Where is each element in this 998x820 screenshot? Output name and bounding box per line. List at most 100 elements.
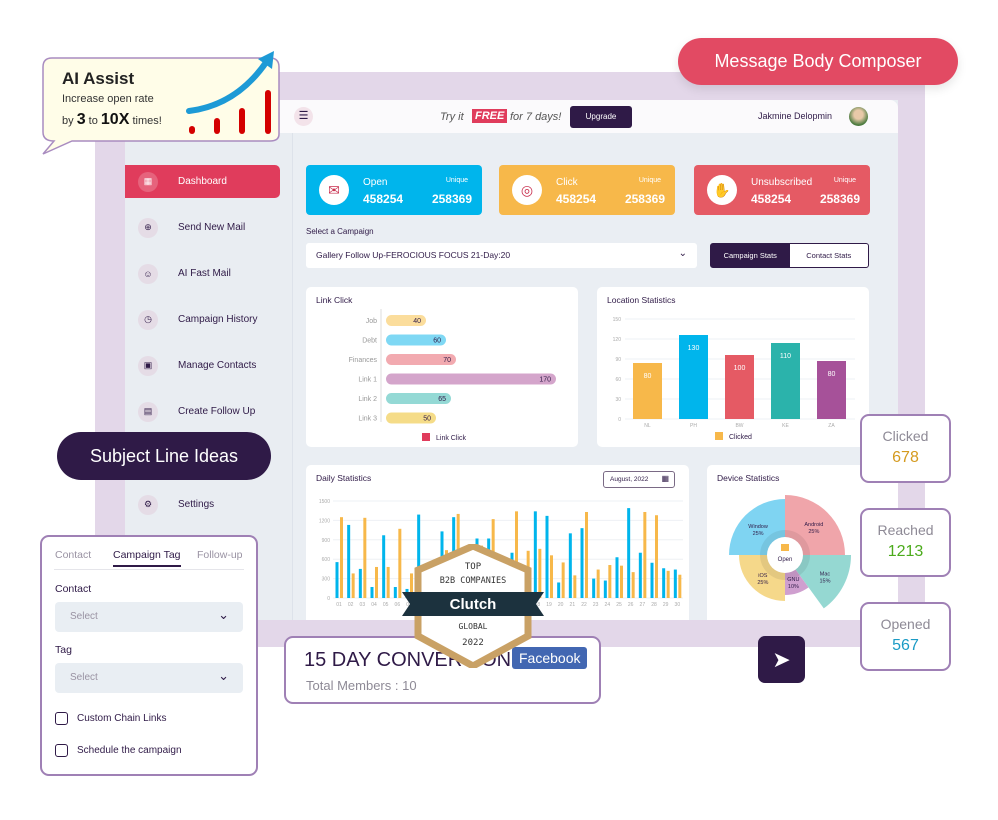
tick-label: Link 3 xyxy=(358,416,377,423)
tick-label: 25 xyxy=(616,602,622,608)
metric-card-reached: Reached 1213 xyxy=(860,508,951,577)
bar xyxy=(620,565,623,598)
growth-chart-icon xyxy=(186,51,274,134)
tab-contact-stats[interactable]: Contact Stats xyxy=(790,244,869,267)
tick-label: 23 xyxy=(593,602,599,608)
checkbox[interactable] xyxy=(55,744,68,757)
stat-unique-value: 258369 xyxy=(431,192,472,206)
send-button[interactable]: ➤ xyxy=(758,636,805,683)
tab-follow-up[interactable]: Follow-up xyxy=(197,549,243,561)
card-title: Daily Statistics xyxy=(316,473,372,483)
metric-label: Clicked xyxy=(882,428,929,444)
chevron-down-icon: ⌄ xyxy=(218,668,229,683)
tab-campaign-stats[interactable]: Campaign Stats xyxy=(711,244,790,267)
legend-label: Clicked xyxy=(729,434,752,441)
tick-label: 20 xyxy=(558,602,564,608)
clutch-global: GLOBAL xyxy=(458,622,488,631)
sidebar-item-ai-fast-mail[interactable]: ☺ AI Fast Mail xyxy=(125,257,280,290)
sidebar-item-send-new-mail[interactable]: ⊕ Send New Mail xyxy=(125,211,280,244)
tick-label: 01 xyxy=(336,602,342,608)
checkbox-label: Custom Chain Links xyxy=(77,713,167,724)
legend-swatch xyxy=(422,433,430,441)
tab-campaign-tag[interactable]: Campaign Tag xyxy=(113,549,181,567)
bar xyxy=(638,552,642,598)
tick-label: 30 xyxy=(675,602,681,608)
legend-swatch xyxy=(715,432,723,440)
sidebar-item-label: Send New Mail xyxy=(178,222,246,233)
tab-contact[interactable]: Contact xyxy=(55,549,91,561)
stat-name: Unsubscribed xyxy=(751,177,813,188)
slice-percent: 25% xyxy=(753,531,764,537)
sidebar-item-manage-contacts[interactable]: ▣ Manage Contacts xyxy=(125,349,280,382)
metric-value: 567 xyxy=(892,637,919,654)
mail-plus-icon: ⊕ xyxy=(138,217,158,238)
tick-label: 600 xyxy=(322,557,331,563)
clock-icon: ◷ xyxy=(138,309,158,330)
bar xyxy=(363,517,367,598)
stat-unique-label: Unique xyxy=(445,177,468,184)
contact-label: Contact xyxy=(55,583,92,595)
menu-icon[interactable]: ☰ xyxy=(294,107,313,126)
tick-label: 30 xyxy=(615,397,621,403)
metric-label: Opened xyxy=(880,616,931,632)
bar xyxy=(662,568,666,598)
tick-label: 26 xyxy=(628,602,634,608)
dashboard-icon: ▦ xyxy=(138,171,158,192)
custom-chain-links-checkbox[interactable]: Custom Chain Links xyxy=(55,712,166,725)
tick-label: PH xyxy=(690,423,697,429)
stat-unique-value: 258369 xyxy=(819,192,860,206)
stat-value: 458254 xyxy=(556,192,597,206)
tick-label: 1500 xyxy=(319,499,330,505)
checkbox[interactable] xyxy=(55,712,68,725)
ai-assist-bubble: AI Assist Increase open rate by 3 to 10X… xyxy=(42,51,280,155)
tick-label: 21 xyxy=(570,602,576,608)
sidebar-item-settings[interactable]: ⚙ Settings xyxy=(125,488,280,521)
tick-label: 29 xyxy=(663,602,669,608)
month-picker[interactable]: August, 2022 ▦ xyxy=(603,471,675,488)
bar xyxy=(358,568,362,598)
bar xyxy=(603,580,607,598)
tag-label: Tag xyxy=(55,644,72,656)
user-name: Jakmine Delopmin xyxy=(758,111,833,121)
clutch-badge: TOP B2B COMPANIES Clutch GLOBAL 2022 xyxy=(398,542,548,670)
upgrade-button[interactable]: Upgrade xyxy=(570,106,632,128)
sidebar-item-dashboard[interactable]: ▦ Dashboard xyxy=(125,165,280,198)
bar xyxy=(631,572,635,598)
campaign-select[interactable]: Gallery Follow Up-FEROCIOUS FOCUS 21-Day… xyxy=(306,243,697,268)
bar xyxy=(557,582,561,598)
pie-center xyxy=(767,537,803,573)
bar xyxy=(627,508,631,598)
file-icon: ▤ xyxy=(138,401,158,422)
ai-head-icon: ☺ xyxy=(138,263,158,284)
sidebar-item-label: Create Follow Up xyxy=(178,406,256,417)
user-avatar[interactable] xyxy=(849,107,868,126)
tag-select-placeholder: Select xyxy=(70,672,98,683)
legend-label: Link Click xyxy=(436,435,466,442)
data-label: 40 xyxy=(413,318,421,325)
tick-label: 0 xyxy=(327,596,330,602)
sidebar-item-create-follow-up[interactable]: ▤ Create Follow Up xyxy=(125,395,280,428)
bar xyxy=(370,587,374,598)
text: 10X xyxy=(100,111,130,128)
contact-select[interactable]: Select ⌄ xyxy=(55,602,243,632)
bar xyxy=(596,569,600,598)
data-label: 80 xyxy=(644,373,652,380)
bar xyxy=(340,517,343,598)
tick-label: 90 xyxy=(615,357,621,363)
stats-toggle: Campaign Stats Contact Stats xyxy=(710,243,869,268)
cursor-click-icon: ◎ xyxy=(512,175,542,205)
metric-value: 678 xyxy=(892,449,919,466)
tag-select[interactable]: Select ⌄ xyxy=(55,663,243,693)
bar xyxy=(351,573,355,598)
subject-line-ideas-pill[interactable]: Subject Line Ideas xyxy=(57,432,271,480)
tick-label: 1200 xyxy=(319,518,330,524)
tick-label: Link 2 xyxy=(358,396,377,403)
message-body-composer-pill[interactable]: Message Body Composer xyxy=(678,38,958,85)
checkbox-label: Schedule the campaign xyxy=(77,745,182,756)
paper-plane-icon: ➤ xyxy=(772,647,791,672)
location-chart: 0 30 60 90 120 150 80 NL 130 PH 100 BW 110 KE 80 ZA Clic… xyxy=(613,317,855,441)
tick-label: Job xyxy=(366,318,377,325)
sidebar-item-campaign-history[interactable]: ◷ Campaign History xyxy=(125,303,280,336)
schedule-campaign-checkbox[interactable]: Schedule the campaign xyxy=(55,744,182,757)
stat-value: 458254 xyxy=(751,192,792,206)
